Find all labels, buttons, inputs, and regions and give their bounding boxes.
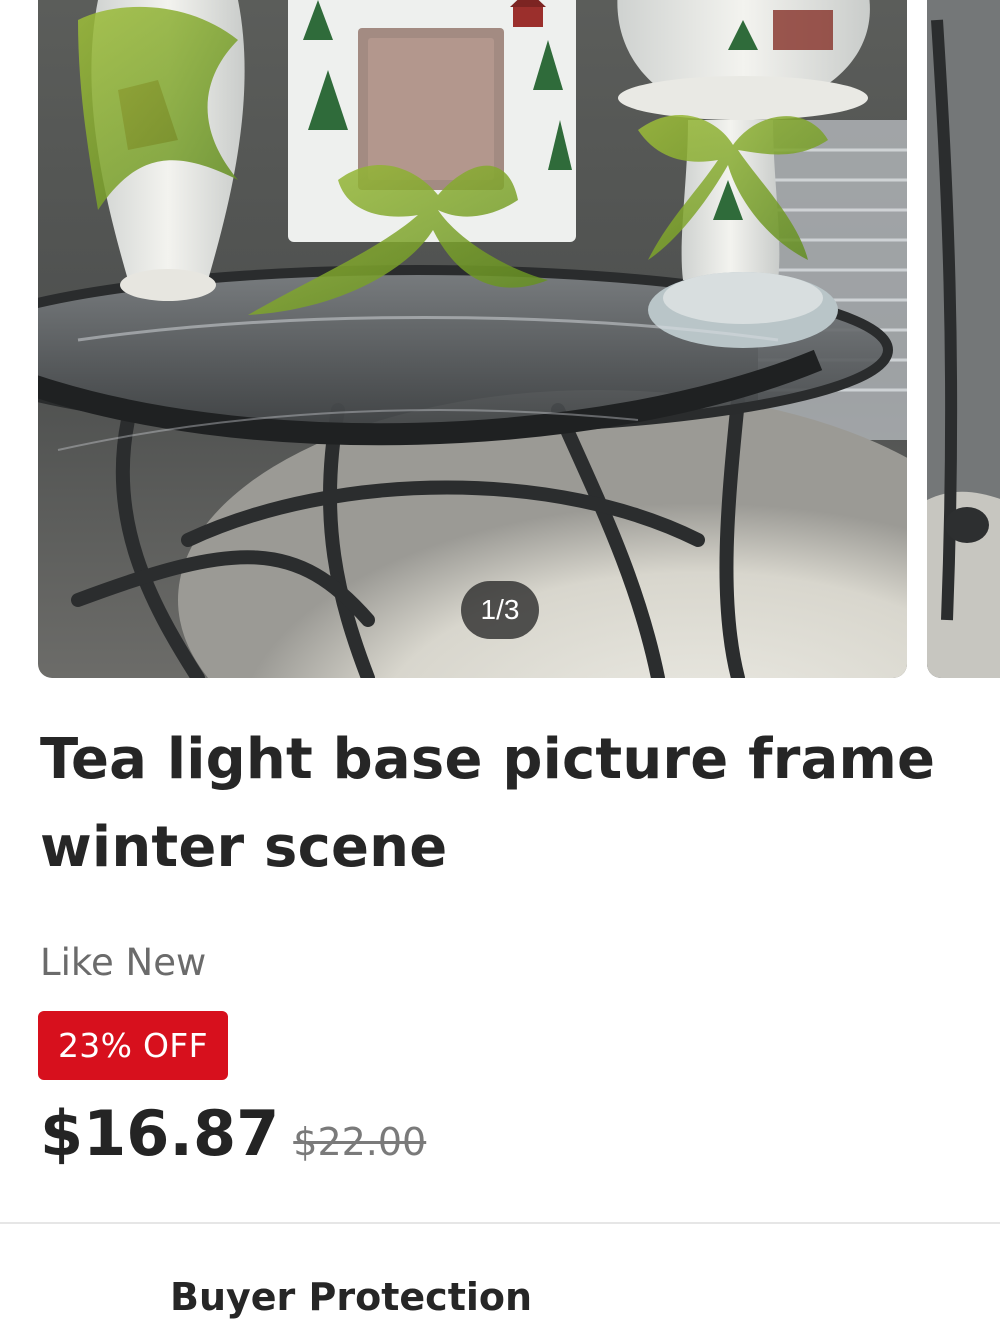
image-carousel[interactable]: 1/3 (0, 0, 1000, 678)
discount-badge: 23% OFF (38, 1011, 228, 1080)
product-image-next[interactable] (927, 0, 1000, 678)
current-price: $16.87 (40, 1097, 280, 1170)
buyer-protection-heading[interactable]: Buyer Protection (170, 1272, 532, 1322)
original-price: $22.00 (293, 1120, 427, 1164)
product-detail-page: 1/3 Tea light base picture frame winter … (0, 0, 1000, 1333)
product-condition: Like New (40, 941, 207, 984)
price-row: $16.87 $22.00 (40, 1094, 426, 1174)
product-photo (38, 0, 907, 678)
next-photo-preview (927, 0, 1000, 678)
product-image-main[interactable] (38, 0, 907, 678)
product-title: Tea light base picture frame winter scen… (40, 727, 936, 880)
image-counter: 1/3 (461, 581, 539, 639)
section-divider (0, 1222, 1000, 1224)
